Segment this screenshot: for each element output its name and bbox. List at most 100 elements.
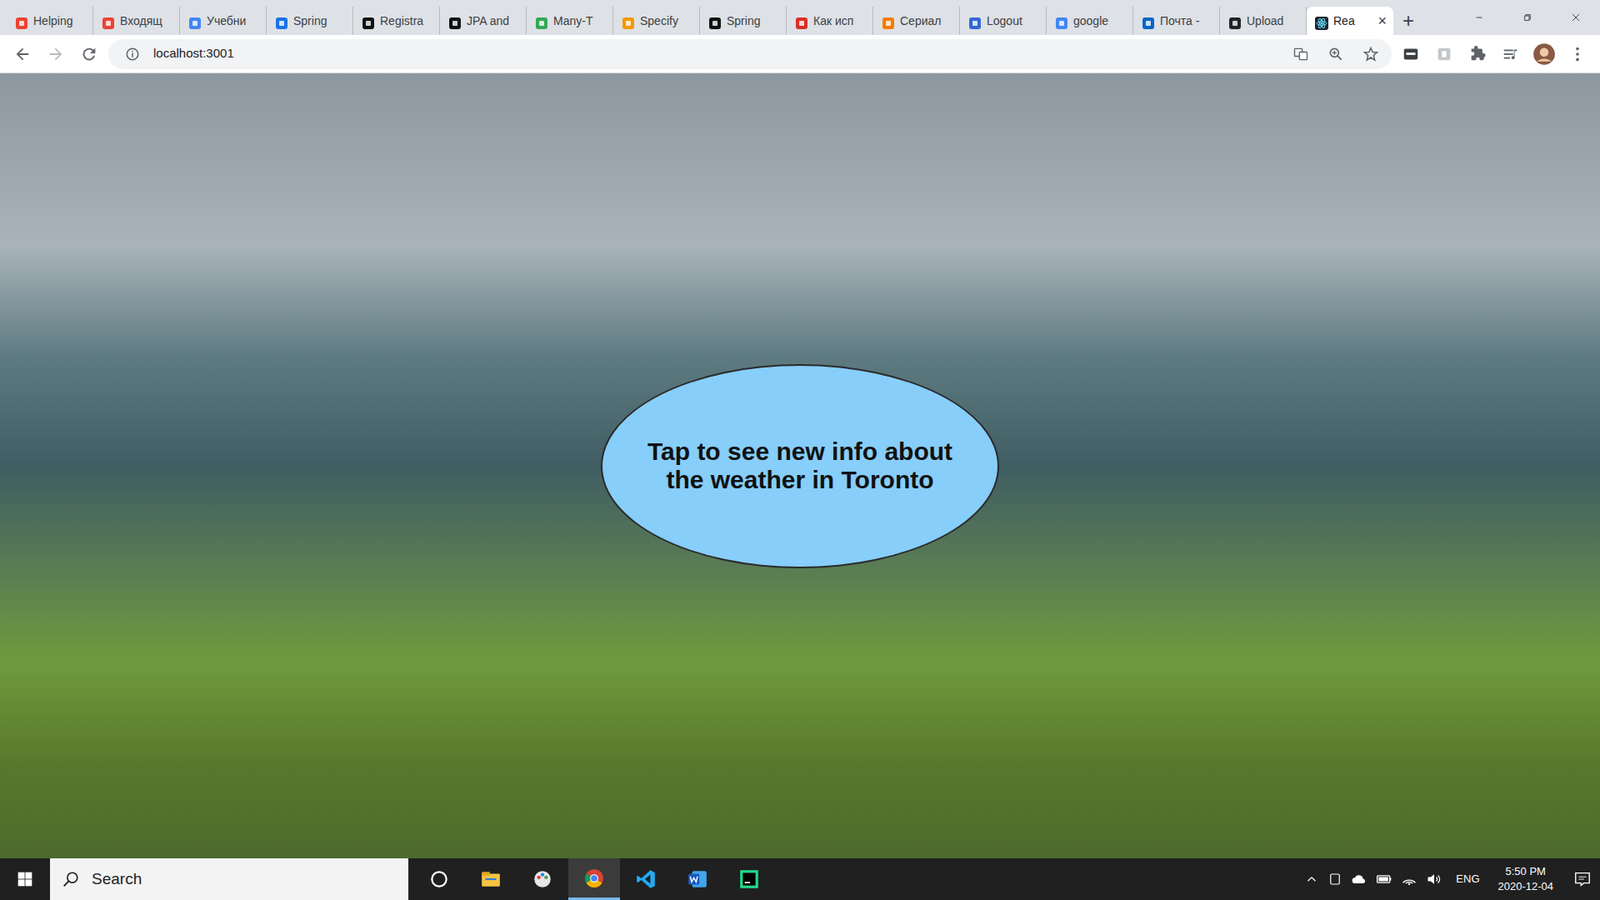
forward-icon[interactable] [41,40,70,69]
paint-icon[interactable] [516,858,569,900]
favicon-icon [1315,14,1329,28]
translate-icon[interactable] [1286,40,1315,69]
battery-icon[interactable] [1375,870,1393,888]
volume-icon[interactable] [1425,870,1443,888]
webstorm-icon[interactable] [723,858,775,900]
browser-tab[interactable]: google [1046,6,1134,35]
tab-label: JPA and [466,12,523,30]
wifi-icon[interactable] [1400,870,1418,888]
browser-tab[interactable]: Specify [613,6,700,35]
weather-button[interactable]: Tap to see new info about the weather in… [600,364,1000,569]
favicon-icon [275,14,289,28]
tab-list: Helping Входящ Учебни Spring Registra JPA and… [6,5,1424,35]
word-icon[interactable] [671,858,724,900]
cortana-icon[interactable] [413,858,465,900]
browser-tab[interactable]: Почта - [1133,6,1220,35]
tab-label: Upload [1246,12,1303,30]
tab-label: Specify [640,12,696,30]
tab-close-button[interactable]: × [1374,13,1390,29]
favicon-icon [1228,14,1242,28]
tab-label: Many-T [553,12,610,30]
tab-label: Входящ [120,12,176,30]
chrome-icon[interactable] [568,858,620,900]
taskbar: Search ENG 5:50 PM2020-12-04 [0,858,1600,900]
new-tab-button[interactable]: + [1393,6,1424,35]
reading-list-icon[interactable] [1496,40,1525,69]
clock[interactable]: 5:50 PM2020-12-04 [1493,864,1560,894]
clock-time: 5:50 PM [1505,864,1546,880]
profile-avatar-icon[interactable] [1530,40,1559,69]
browser-toolbar: localhost:3001 [0,35,1600,74]
tab-label: google [1073,12,1130,30]
tab-label: Spring [726,12,783,30]
browser-tab[interactable]: Spring [266,6,354,35]
zoom-icon[interactable] [1321,40,1350,69]
onedrive-icon[interactable] [1350,870,1368,888]
search-icon [61,870,80,889]
favicon-icon [448,14,462,28]
show-hidden-icon[interactable] [1304,871,1320,887]
favicon-icon [188,14,202,28]
browser-tab[interactable]: Учебни [180,6,267,35]
extension-dark-icon[interactable] [1396,40,1425,69]
notifications-icon[interactable] [1573,870,1592,889]
browser-tab[interactable]: Сериал [873,6,960,35]
taskbar-search[interactable]: Search [50,858,409,900]
tab-strip: Helping Входящ Учебни Spring Registra JPA and… [0,0,1600,35]
tab-label: Registra [380,12,436,30]
back-icon[interactable] [8,40,37,69]
browser-tab[interactable]: Registra [353,6,440,35]
favicon-icon [535,14,549,28]
address-bar[interactable]: localhost:3001 [108,39,1392,70]
tab-label: Почта - [1160,12,1216,30]
tab-label: Logout [986,12,1043,30]
close-icon[interactable] [1551,0,1600,35]
windows-start-icon[interactable] [0,858,50,900]
language-indicator[interactable]: ENG [1450,870,1485,888]
tab-label: Rea [1333,12,1370,30]
tab-label: Spring [293,12,350,30]
browser-tab[interactable]: Upload [1220,6,1307,35]
favicon-icon [621,14,635,28]
extension-grey-icon[interactable] [1430,40,1459,69]
file-explorer-icon[interactable] [465,858,517,900]
favicon-icon [361,14,375,28]
browser-tab[interactable]: Logout [960,6,1047,35]
browser-tab[interactable]: Spring [700,6,787,35]
browser-tab[interactable]: JPA and [440,6,527,35]
favicon-icon [101,14,115,28]
bookmark-star-icon[interactable] [1356,40,1385,69]
tab-label: Сериал [900,12,956,30]
browser-window: Helping Входящ Учебни Spring Registra JPA and… [0,0,1600,900]
clock-date: 2020-12-04 [1498,879,1555,895]
restore-icon[interactable] [1503,0,1552,35]
info-icon [118,40,147,69]
extensions-puzzle-icon[interactable] [1463,40,1492,69]
vscode-icon[interactable] [620,858,672,900]
window-controls [1455,0,1600,35]
favicon-icon [1141,14,1155,28]
favicon-icon [1055,14,1069,28]
device-icon[interactable] [1327,871,1343,887]
system-tray: ENG 5:50 PM2020-12-04 [1304,858,1600,900]
favicon-icon [881,14,895,28]
reload-icon[interactable] [75,40,104,69]
taskbar-apps [413,858,775,900]
browser-tab[interactable]: Rea× [1306,6,1394,35]
tab-label: Учебни [206,12,263,30]
browser-tab[interactable]: Как исп [786,6,874,35]
browser-tab[interactable]: Many-T [526,6,614,35]
minimize-icon[interactable] [1455,0,1504,35]
browser-tab[interactable]: Helping [6,6,94,35]
browser-tab[interactable]: Входящ [93,6,180,35]
tab-label: Как исп [813,12,870,30]
background-photo: Tap to see new info about the weather in… [0,73,1600,859]
favicon-icon [15,14,29,28]
search-text: Search [91,867,142,892]
menu-dots-icon[interactable] [1563,40,1592,69]
address-text: localhost:3001 [153,44,1280,64]
favicon-icon [795,14,809,28]
tab-label: Helping [33,12,90,30]
favicon-icon [968,14,982,28]
favicon-icon [708,14,722,28]
